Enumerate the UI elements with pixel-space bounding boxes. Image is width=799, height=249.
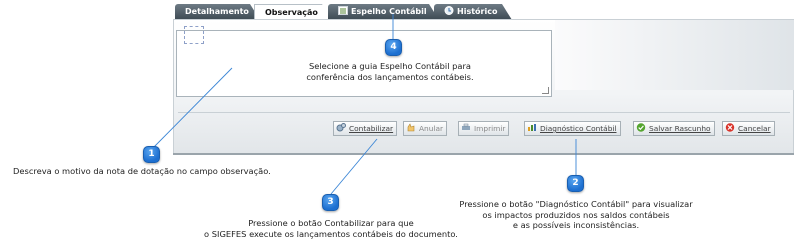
callout-2-line-2: os impactos produzidos nos saldos contáb… [482, 209, 670, 220]
callout-badge-1: 1 [143, 146, 160, 163]
callout-3-line-2: o SIGEFES execute os lançamentos contábe… [204, 228, 458, 239]
callout-text-3: Pressione o botão Contabilizar para que … [200, 218, 462, 239]
callout-4-line-2: conferência dos lançamentos contábeis. [306, 71, 474, 82]
callout-badge-3: 3 [322, 194, 339, 211]
callout-text-1: Descreva o motivo da nota de dotação no … [13, 166, 271, 176]
callout-2-line-3: e as possíveis inconsistências. [512, 220, 640, 230]
callout-2-line-1: Pressione o botão "Diagnóstico Contábil"… [459, 199, 693, 209]
callout-text-4: Selecione a guia Espelho Contábil para c… [290, 61, 490, 82]
callout-badge-4: 4 [385, 39, 402, 56]
callout-text-2: Pressione o botão "Diagnóstico Contábil"… [446, 199, 706, 231]
callout-4-line-1: Selecione a guia Espelho Contábil para [308, 61, 472, 71]
connector-line-3 [330, 138, 378, 195]
connector-line-1 [151, 67, 233, 150]
callout-badge-2: 2 [567, 175, 584, 192]
callout-3-line-1: Pressione o botão Contabilizar para que [248, 218, 414, 228]
